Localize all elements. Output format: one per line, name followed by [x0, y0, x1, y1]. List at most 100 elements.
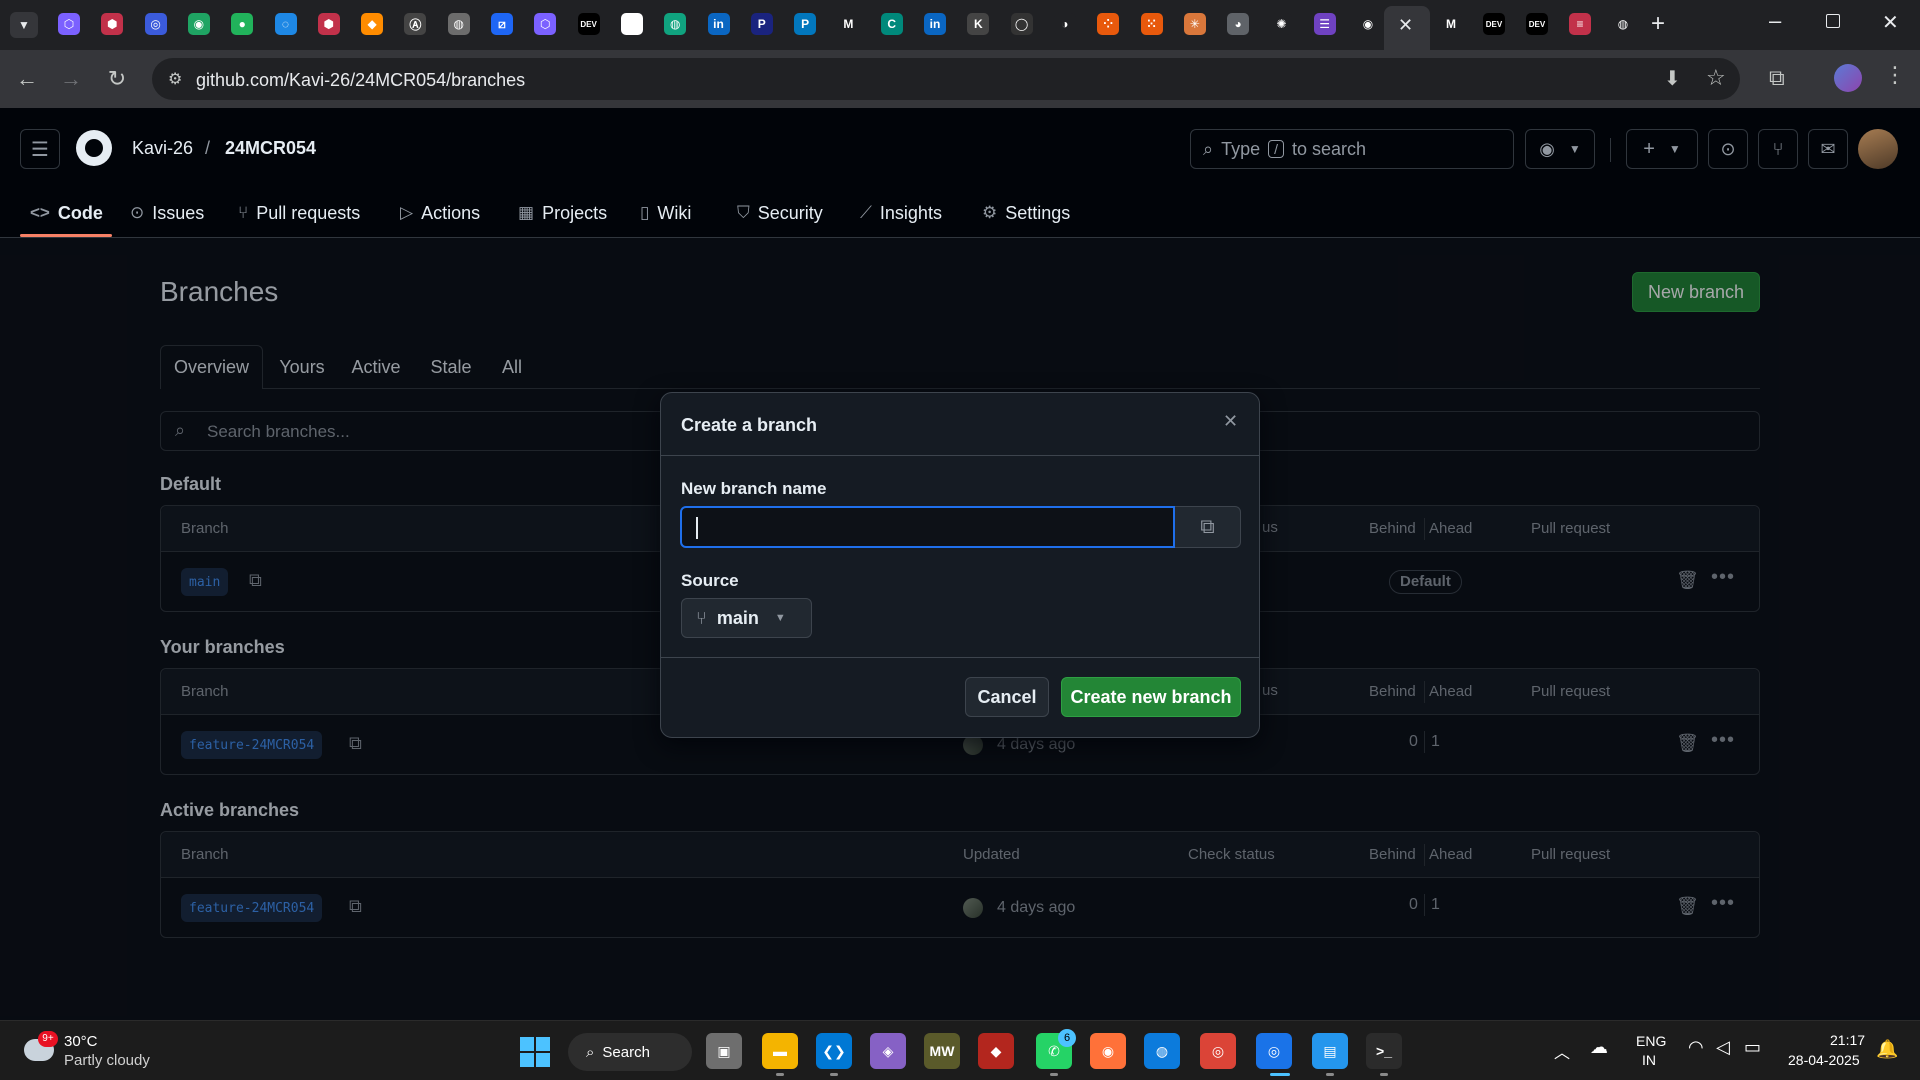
tab-pull-requests[interactable]: ⑂ Pull requests [238, 196, 360, 230]
gmail-2-icon[interactable]: M [1440, 13, 1462, 35]
address-bar[interactable]: ⚙ github.com/Kavi-26/24MCR054/branches ⬇… [152, 58, 1740, 100]
extensions-icon[interactable]: ⧉ [1769, 65, 1785, 91]
tab-projects[interactable]: ▦ Projects [518, 196, 607, 230]
issues-button[interactable]: ⊙ [1708, 129, 1748, 169]
lang-top[interactable]: ENG [1636, 1033, 1666, 1049]
clock-date[interactable]: 28-04-2025 [1788, 1052, 1860, 1068]
tray-overflow-icon[interactable]: ︿ [1554, 1039, 1570, 1063]
tab-wiki[interactable]: ▯ Wiki [640, 196, 691, 230]
repo-owner-link[interactable]: Kavi-26 [132, 138, 193, 159]
ext-drop-icon[interactable]: ● [231, 13, 254, 35]
bookmark-star-icon[interactable]: ☆ [1706, 65, 1726, 91]
ext-dots-icon[interactable]: ⁘ [1097, 13, 1120, 35]
tab-issues[interactable]: ⊙ Issues [130, 196, 204, 230]
browser-menu-icon[interactable]: ⋮ [1884, 62, 1906, 88]
battery-icon[interactable]: ▭ [1744, 1037, 1761, 1058]
ext-slash-icon[interactable]: ⧄ [491, 13, 513, 35]
copilot-app-icon[interactable]: ◈ [870, 1033, 906, 1069]
ext-cube-icon[interactable]: ⬡ [58, 13, 80, 35]
copilot-button[interactable]: ◉ ▼ [1525, 129, 1595, 169]
active-tab[interactable]: ✕ [1384, 6, 1430, 50]
forward-icon[interactable]: → [56, 64, 86, 94]
lang-bottom[interactable]: IN [1642, 1052, 1656, 1068]
tab-actions[interactable]: ▷ Actions [400, 196, 480, 230]
onedrive-icon[interactable]: ☁ [1590, 1037, 1608, 1058]
install-app-icon[interactable]: ⬇ [1664, 66, 1681, 91]
ext-user-icon[interactable]: ◍ [447, 13, 470, 35]
github-logo-icon[interactable] [76, 130, 112, 166]
dev-3-icon[interactable]: DEV [1526, 13, 1548, 35]
weather-widget[interactable]: 9+ 30°C Partly cloudy [20, 1029, 180, 1073]
ext-swirl-icon[interactable]: ◐ [620, 13, 643, 35]
ext-shield-icon[interactable]: ⬢ [101, 13, 124, 35]
openai-icon[interactable]: ✺ [1270, 13, 1293, 35]
create-new-button[interactable]: + ▼ [1626, 129, 1698, 169]
notification-bell-icon[interactable]: 🔔 [1876, 1039, 1898, 1060]
minimize-icon[interactable]: – [1769, 8, 1781, 34]
tab-security[interactable]: ⛉ Security [737, 196, 823, 230]
chrome-profile-icon[interactable]: ◎ [1200, 1033, 1236, 1069]
ext-ai-icon[interactable]: ◍ [664, 13, 687, 35]
reload-icon[interactable]: ↻ [102, 64, 132, 94]
windows-start-icon[interactable] [520, 1037, 550, 1067]
global-search-input[interactable]: ⌕ Type / to search [1190, 129, 1514, 169]
tab-search-button[interactable]: ▼ [10, 12, 38, 38]
ext-c-icon[interactable]: C [880, 13, 903, 35]
new-tab-button[interactable]: + [1651, 10, 1665, 38]
vscode-icon[interactable]: ❮❯ [816, 1033, 852, 1069]
game-app-icon[interactable]: ◆ [978, 1033, 1014, 1069]
edge-icon[interactable]: ◍ [1144, 1033, 1180, 1069]
ext-gfg-icon[interactable]: ◎ [144, 13, 167, 35]
tab-code[interactable]: <> Code [30, 196, 103, 230]
tab-settings[interactable]: ⚙ Settings [982, 196, 1070, 230]
ext-box-icon[interactable]: ⬡ [534, 13, 557, 35]
ext-stack-icon[interactable]: ≡ [1569, 13, 1591, 35]
ext-globe-icon[interactable]: ◕ [1227, 13, 1250, 35]
ext-a-icon[interactable]: Ⓐ [404, 13, 427, 35]
close-icon[interactable]: ✕ [1223, 411, 1238, 432]
copilot-icon[interactable]: ◑ [1053, 13, 1076, 35]
user-avatar[interactable] [1858, 129, 1898, 169]
restore-icon[interactable] [1826, 14, 1840, 28]
dev-icon[interactable]: DEV [577, 13, 600, 35]
task-view-icon[interactable]: ▣ [706, 1033, 742, 1069]
docker-icon[interactable]: ▤ [1312, 1033, 1348, 1069]
ext-leaf-icon[interactable]: ◉ [187, 13, 210, 35]
github-icon[interactable]: ◉ [1357, 13, 1379, 35]
ext-k-icon[interactable]: K [967, 13, 990, 35]
ext-dots2-icon[interactable]: ⁙ [1140, 13, 1163, 35]
ext-ring-icon[interactable]: ◌ [274, 13, 297, 35]
close-window-icon[interactable]: ✕ [1882, 10, 1899, 35]
volume-icon[interactable]: ◁ [1716, 1037, 1730, 1058]
dev-2-icon[interactable]: DEV [1483, 13, 1505, 35]
ext-list-icon[interactable]: ☰ [1313, 13, 1336, 35]
inbox-button[interactable]: ✉ [1808, 129, 1848, 169]
wifi-icon[interactable]: ◠ [1688, 1037, 1704, 1058]
repo-name-link[interactable]: 24MCR054 [225, 138, 316, 159]
create-new-branch-button[interactable]: Create new branch [1061, 677, 1241, 717]
pull-requests-button[interactable]: ⑂ [1758, 129, 1798, 169]
app-mw-icon[interactable]: MW [924, 1033, 960, 1069]
github-ghost-icon[interactable]: ◯ [1010, 13, 1033, 35]
linkedin-2-icon[interactable]: in [924, 13, 946, 35]
ext-p2-icon[interactable]: P [794, 13, 817, 35]
close-tab-icon[interactable]: ✕ [1398, 15, 1413, 36]
cancel-button[interactable]: Cancel [965, 677, 1049, 717]
ext-flame-icon[interactable]: ◆ [361, 13, 384, 35]
chrome-icon[interactable]: ◍ [1612, 13, 1634, 35]
ext-p-icon[interactable]: P [750, 13, 773, 35]
source-branch-select[interactable]: ⑂ main ▼ [681, 598, 812, 638]
site-info-icon[interactable]: ⚙ [168, 69, 182, 89]
url-text[interactable]: github.com/Kavi-26/24MCR054/branches [196, 70, 525, 91]
copy-branch-name-button[interactable]: ⧉ [1175, 506, 1241, 548]
back-icon[interactable]: ← [12, 64, 42, 94]
taskbar-search[interactable]: ⌕ Search [568, 1033, 692, 1071]
terminal-icon[interactable]: >_ [1366, 1033, 1402, 1069]
clock-time[interactable]: 21:17 [1830, 1032, 1865, 1048]
linkedin-icon[interactable]: in [707, 13, 730, 35]
file-explorer-icon[interactable]: ▬ [762, 1033, 798, 1069]
hamburger-menu-button[interactable]: ☰ [20, 129, 60, 169]
ext-hex-icon[interactable]: ⬢ [317, 13, 340, 35]
claude-icon[interactable]: ✳ [1183, 13, 1206, 35]
chrome-app-icon[interactable]: ◎ [1256, 1033, 1292, 1069]
